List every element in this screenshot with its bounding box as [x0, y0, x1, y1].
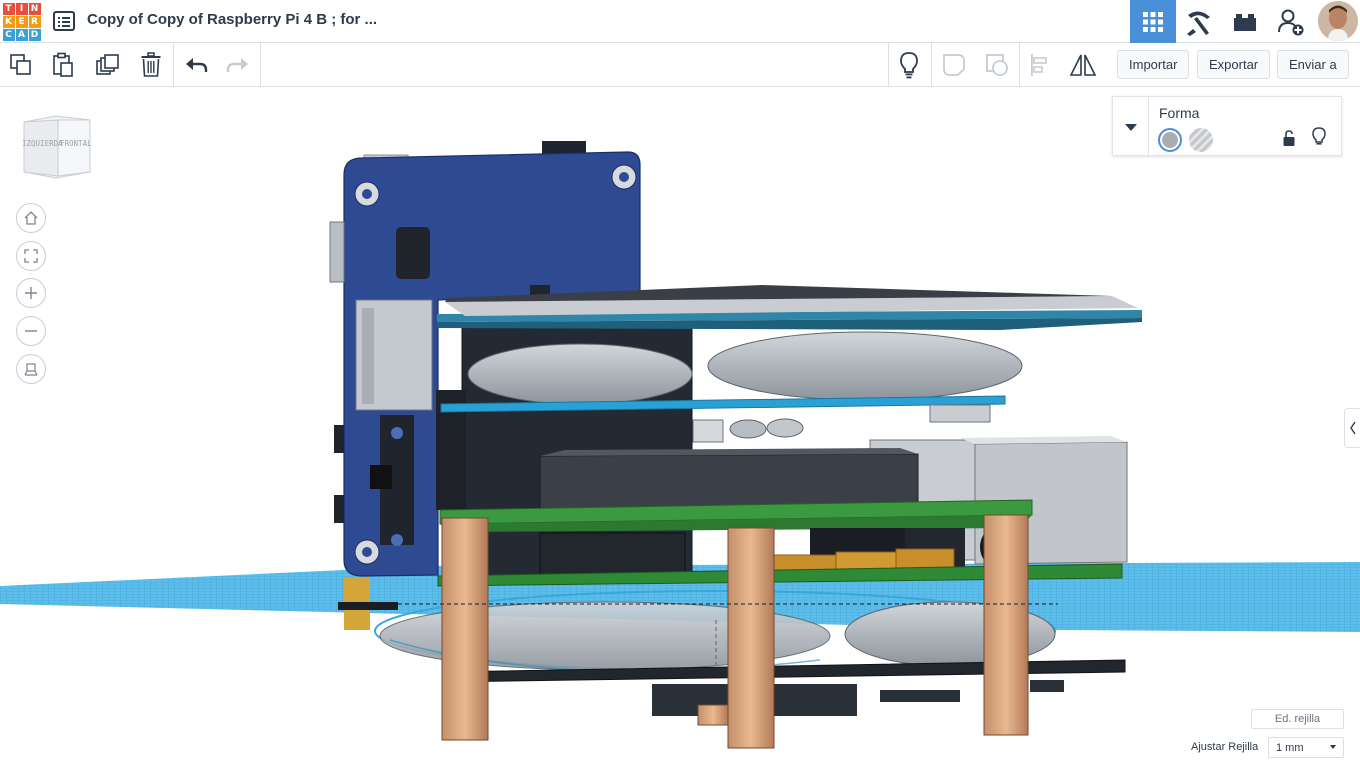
undo-button[interactable] [181, 50, 211, 80]
lightbulb-icon [900, 52, 918, 79]
user-avatar[interactable] [1318, 1, 1358, 41]
plus-icon [25, 287, 37, 299]
duplicate-icon [96, 54, 119, 75]
logo-letter: A [15, 28, 28, 41]
align-button[interactable] [1025, 50, 1055, 80]
lock-icon[interactable] [1281, 129, 1297, 147]
design-list-icon[interactable] [52, 9, 76, 33]
duplicate-button[interactable] [93, 50, 123, 80]
mirror-icon [1069, 54, 1097, 76]
top-bar: TINKERCAD Copy of Copy of Raspberry Pi 4… [0, 0, 1360, 43]
codeblocks-view-button[interactable] [1176, 0, 1222, 43]
3d-model-scene[interactable] [0, 87, 1360, 768]
ungroup-button[interactable] [982, 50, 1012, 80]
paste-icon [53, 52, 73, 77]
view-cube-front-face[interactable]: FRONTAL [60, 139, 92, 148]
copy-button[interactable] [6, 50, 36, 80]
logo-letter: C [2, 28, 15, 41]
perspective-button[interactable] [16, 354, 46, 384]
chevron-down-icon [1124, 124, 1137, 131]
edit-grid-button[interactable]: Ed. rejilla [1251, 709, 1344, 729]
tinkercad-logo[interactable]: TINKERCAD [2, 2, 41, 41]
redo-button[interactable] [223, 50, 253, 80]
logo-letter: D [28, 28, 41, 41]
snap-grid-label: Ajustar Rejilla [1191, 741, 1259, 753]
pickaxe-icon [1187, 10, 1210, 36]
hide-lightbulb-icon[interactable] [1311, 127, 1327, 147]
home-view-button[interactable] [16, 203, 46, 233]
invite-user-button[interactable] [1268, 0, 1314, 43]
logo-letter: T [2, 2, 15, 15]
brick-icon [1234, 13, 1256, 31]
ungroup-icon [986, 54, 1008, 76]
fit-view-button[interactable] [16, 241, 46, 271]
3d-design-view-button[interactable] [1130, 0, 1176, 43]
bricks-view-button[interactable] [1222, 0, 1268, 43]
inspector-title: Forma [1159, 105, 1200, 121]
group-button[interactable] [939, 50, 969, 80]
caret-down-icon [1330, 745, 1336, 749]
workplane-viewport[interactable]: IZQUIERDA FRONTAL [0, 87, 1360, 768]
undo-icon [186, 58, 208, 72]
add-user-icon [1278, 9, 1304, 35]
view-switcher [1130, 0, 1360, 43]
fit-icon [24, 249, 38, 263]
view-cube-left-face[interactable]: IZQUIERDA [22, 139, 63, 148]
send-to-button[interactable]: Enviar a [1277, 50, 1349, 79]
logo-letter: E [15, 15, 28, 28]
paste-button[interactable] [48, 50, 78, 80]
perspective-icon [24, 363, 38, 376]
snap-grid-select[interactable]: 1 mm [1268, 737, 1344, 758]
snap-grid-value: 1 mm [1276, 741, 1304, 754]
chevron-left-icon [1349, 421, 1356, 435]
zoom-in-button[interactable] [16, 278, 46, 308]
hole-swatch[interactable] [1189, 128, 1213, 152]
minus-icon [25, 330, 37, 332]
trash-icon [141, 52, 161, 77]
document-title[interactable]: Copy of Copy of Raspberry Pi 4 B ; for .… [87, 11, 377, 28]
align-icon [1031, 54, 1047, 76]
grid-icon [1143, 11, 1163, 32]
home-icon [24, 211, 38, 225]
zoom-out-button[interactable] [16, 316, 46, 346]
delete-button[interactable] [136, 50, 166, 80]
group-icon [943, 54, 965, 76]
logo-letter: N [28, 2, 41, 15]
logo-letter: R [28, 15, 41, 28]
import-button[interactable]: Importar [1117, 50, 1190, 79]
export-button[interactable]: Exportar [1197, 50, 1271, 79]
logo-letter: I [15, 2, 28, 15]
shape-inspector: Forma [1112, 96, 1342, 157]
notes-button[interactable] [894, 50, 924, 80]
solid-color-swatch[interactable] [1158, 128, 1182, 152]
redo-icon [226, 58, 248, 72]
logo-letter: K [2, 15, 15, 28]
inspector-collapse-button[interactable] [1113, 97, 1149, 157]
mirror-button[interactable] [1068, 50, 1098, 80]
panel-expand-tab[interactable] [1344, 408, 1360, 448]
copy-icon [10, 54, 31, 75]
